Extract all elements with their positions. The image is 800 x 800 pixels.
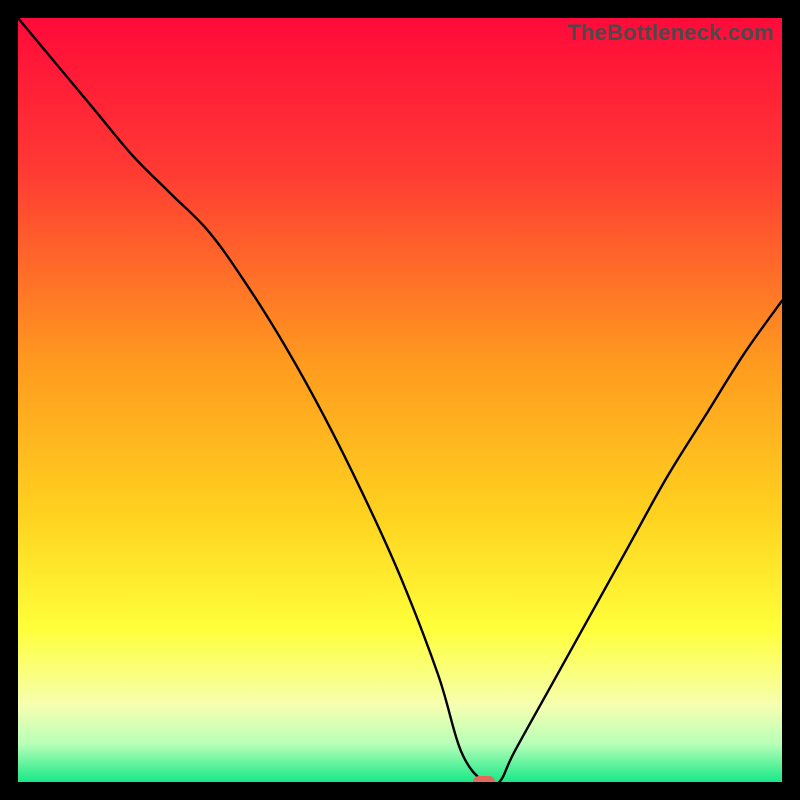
optimal-marker bbox=[473, 776, 495, 782]
chart-frame: TheBottleneck.com bbox=[0, 0, 800, 800]
plot-area: TheBottleneck.com bbox=[18, 18, 782, 782]
bottleneck-curve bbox=[18, 18, 782, 782]
